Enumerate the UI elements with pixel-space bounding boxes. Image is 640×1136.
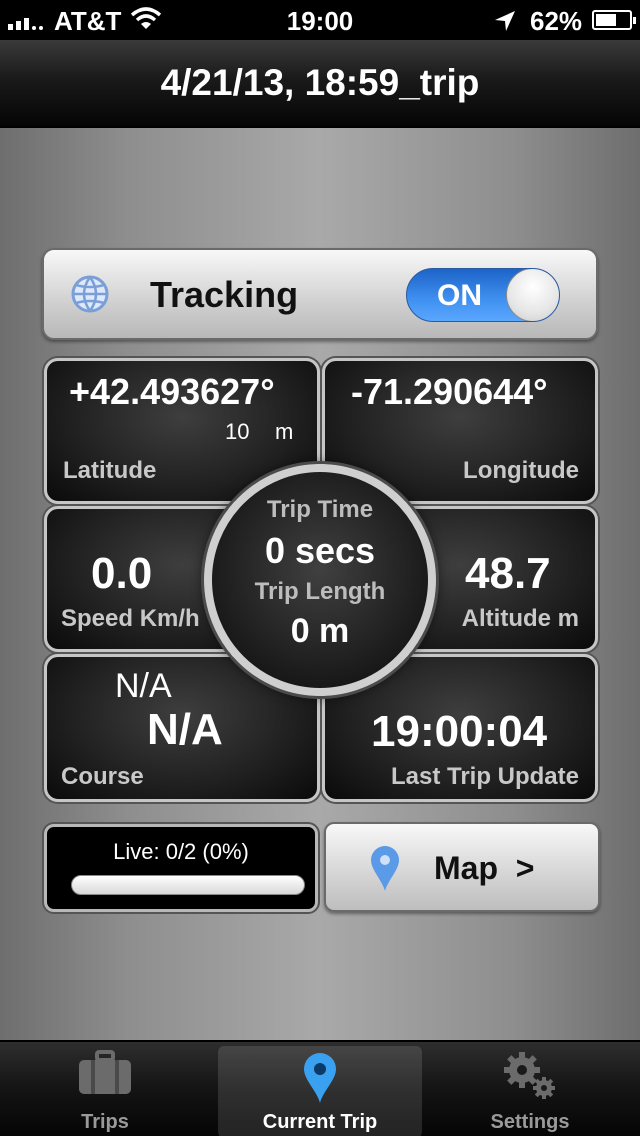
latitude-value: +42.493627° [69,371,275,412]
tab-current-trip[interactable]: Current Trip [218,1046,422,1136]
gears-icon [502,1050,558,1107]
tracking-label: Tracking [150,274,299,315]
speed-label: Speed Km/h [61,605,200,632]
longitude-label: Longitude [463,457,579,484]
longitude-value: -71.290644° [351,371,548,412]
tracking-row: Tracking ON [42,248,598,340]
globe-icon [70,274,110,314]
tab-settings-label: Settings [490,1111,570,1133]
course-value: N/A [147,705,223,754]
live-progress-bar [71,875,305,895]
tab-trips[interactable]: Trips [5,1042,205,1136]
tracking-toggle[interactable]: ON [406,268,560,322]
battery-percent: 62% [530,6,583,36]
battery-icon [592,10,636,30]
live-status-text: Live: 0/2 (0%) [113,839,249,864]
tab-current-trip-label: Current Trip [262,1111,378,1133]
trip-summary-circle: Trip Time 0 secs Trip Length 0 m [204,464,436,696]
live-upload-panel: Live: 0/2 (0%) [44,824,318,912]
speed-value: 0.0 [91,549,153,598]
navigation-bar: 4/21/13, 18:59_trip [0,40,640,128]
briefcase-icon [77,1050,133,1101]
course-value-small: N/A [115,667,172,705]
tab-bar: Trips Current Trip Settings [0,1040,640,1136]
map-pin-icon [370,846,400,897]
accuracy-unit: m [275,419,294,444]
tab-settings[interactable]: Settings [430,1042,630,1136]
trip-dashboard: Tracking ON +42.493627° 10 m Latitude -7… [0,128,640,1040]
tab-trips-label: Trips [81,1111,129,1133]
last-update-value: 19:00:04 [371,707,548,756]
location-arrow-icon [494,8,516,39]
map-button-label: Map > [434,850,535,886]
trip-time-value: 0 secs [264,530,376,571]
map-button[interactable]: Map > [324,822,600,912]
toggle-state-label: ON [437,279,482,312]
map-pin-icon [302,1052,338,1109]
toggle-knob[interactable] [506,269,559,321]
course-label: Course [61,763,144,790]
latitude-label: Latitude [63,457,157,484]
trip-length-value: 0 m [290,612,350,650]
altitude-value: 48.7 [465,549,551,598]
accuracy-value: 10 [225,419,250,444]
status-bar: AT&T 19:00 62% [0,0,640,40]
page-title: 4/21/13, 18:59_trip [160,62,480,103]
trip-length-label: Trip Length [254,578,386,605]
last-update-label: Last Trip Update [390,763,579,790]
altitude-label: Altitude m [461,605,579,632]
trip-time-label: Trip Time [266,496,374,523]
